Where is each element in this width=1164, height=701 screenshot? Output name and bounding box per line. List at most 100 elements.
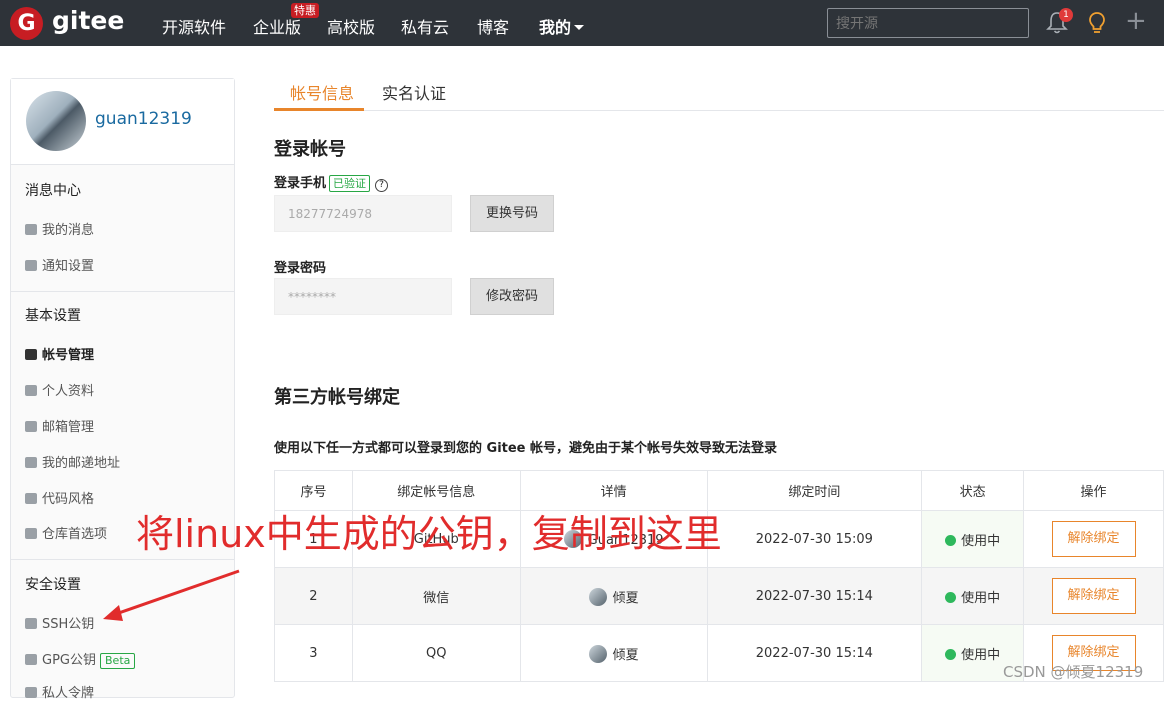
section-title-security: 安全设置 — [25, 577, 81, 593]
notification-count-badge: 1 — [1059, 8, 1073, 22]
plus-icon[interactable]: + — [1125, 8, 1147, 34]
sidebar-item-label: 仓库首选项 — [42, 527, 108, 542]
annotation-arrow-icon — [103, 569, 240, 621]
row-account: 微信 — [351, 567, 521, 625]
lock-icon — [25, 654, 37, 665]
brush-icon — [25, 493, 37, 504]
divider — [11, 559, 234, 560]
tab-account-info[interactable]: 帐号信息 — [290, 80, 354, 104]
divider — [11, 291, 234, 292]
sidebar-item-code-style[interactable]: 代码风格 — [25, 488, 94, 507]
search-input[interactable] — [827, 8, 1029, 38]
avatar — [588, 644, 607, 663]
third-party-description: 使用以下任一方式都可以登录到您的 Gitee 帐号，避免由于某个帐号失效导致无法… — [274, 441, 778, 456]
verified-badge: 已验证 — [329, 175, 371, 192]
phone-field[interactable]: 18277724978 — [274, 195, 452, 232]
unbind-button[interactable]: 解除绑定 — [1051, 521, 1136, 557]
row-detail-name: 倾夏 — [612, 647, 639, 663]
col-header-status: 状态 — [921, 470, 1025, 511]
row-status-label: 使用中 — [961, 647, 1001, 663]
promo-badge: 特惠 — [291, 3, 319, 18]
sidebar-item-tokens[interactable]: 私人令牌 — [25, 682, 94, 701]
address-card-icon — [25, 457, 37, 468]
id-card-icon — [25, 349, 37, 360]
password-field[interactable]: ******** — [274, 278, 452, 315]
third-party-title: 第三方帐号绑定 — [274, 387, 400, 408]
row-account: QQ — [351, 624, 521, 682]
nav-education[interactable]: 高校版 — [327, 14, 375, 38]
nav-private-cloud[interactable]: 私有云 — [401, 14, 449, 38]
sidebar-item-account[interactable]: 帐号管理 — [25, 344, 94, 363]
sidebar-item-email[interactable]: 邮箱管理 — [25, 416, 94, 435]
row-status: 使用中 — [921, 567, 1025, 625]
change-phone-button[interactable]: 更换号码 — [470, 195, 554, 232]
help-icon[interactable]: ? — [375, 179, 389, 192]
sidebar-item-label: 个人资料 — [42, 384, 95, 399]
speaker-icon — [25, 260, 37, 271]
sidebar-item-label: GPG公钥 — [42, 653, 96, 668]
nav-mine-dropdown[interactable]: 我的 — [539, 14, 585, 38]
user-icon — [25, 385, 37, 396]
col-header-time: 绑定时间 — [706, 470, 923, 511]
row-no: 3 — [274, 624, 353, 682]
unbind-button[interactable]: 解除绑定 — [1051, 578, 1136, 614]
password-label: 登录密码 — [274, 261, 327, 276]
table-row: 2 微信 倾夏 2022-07-30 15:14 使用中 解除绑定 — [274, 567, 1164, 625]
annotation-text: 将linux中生成的公钥，复制到这里 — [136, 512, 722, 556]
beta-badge: Beta — [100, 653, 136, 669]
section-title-messages: 消息中心 — [25, 183, 81, 199]
sidebar-item-label: SSH公钥 — [42, 617, 95, 632]
token-icon — [25, 687, 37, 698]
bindings-table: 序号 绑定帐号信息 详情 绑定时间 状态 操作 1 GitHub Guan123… — [274, 470, 1164, 682]
row-status-label: 使用中 — [961, 533, 1001, 549]
nav-open-source[interactable]: 开源软件 — [162, 14, 226, 38]
active-tab-indicator — [274, 108, 364, 111]
sidebar-item-ssh-keys[interactable]: SSH公钥 — [25, 613, 94, 632]
row-detail: 倾夏 — [519, 624, 708, 682]
row-status-label: 使用中 — [961, 590, 1001, 606]
login-account-title: 登录帐号 — [274, 139, 346, 160]
section-title-basic: 基本设置 — [25, 308, 81, 324]
status-dot-icon — [945, 648, 957, 660]
sidebar-item-label: 我的消息 — [42, 223, 95, 238]
col-header-action: 操作 — [1023, 470, 1164, 511]
nav-blog[interactable]: 博客 — [477, 14, 509, 38]
lightbulb-icon[interactable] — [1085, 10, 1109, 36]
key-icon — [25, 618, 37, 629]
avatar[interactable] — [26, 91, 86, 151]
username[interactable]: guan12319 — [95, 109, 192, 129]
row-detail: 倾夏 — [519, 567, 708, 625]
avatar — [588, 587, 607, 606]
row-status: 使用中 — [921, 510, 1025, 568]
sidebar-item-profile[interactable]: 个人资料 — [25, 380, 94, 399]
bell-icon — [25, 224, 37, 235]
sidebar-item-label: 代码风格 — [42, 492, 95, 507]
sidebar-item-my-messages[interactable]: 我的消息 — [25, 219, 94, 238]
sidebar-item-label: 通知设置 — [42, 259, 95, 274]
sidebar-item-gpg-keys[interactable]: GPG公钥 Beta — [25, 649, 136, 669]
row-detail-name: 倾夏 — [612, 590, 639, 606]
phone-label: 登录手机 — [274, 176, 327, 191]
code-icon — [25, 528, 37, 539]
chevron-down-icon — [574, 25, 585, 30]
mail-icon — [25, 421, 37, 432]
change-password-button[interactable]: 修改密码 — [470, 278, 554, 315]
brand-name[interactable]: gitee — [52, 6, 124, 35]
sidebar-item-repo-prefs[interactable]: 仓库首选项 — [25, 523, 107, 542]
row-time: 2022-07-30 15:14 — [706, 567, 923, 625]
row-time: 2022-07-30 15:09 — [706, 510, 923, 568]
tab-real-name[interactable]: 实名认证 — [382, 80, 446, 104]
sidebar-item-label: 私人令牌 — [42, 686, 95, 701]
status-dot-icon — [945, 591, 957, 603]
top-navbar: G gitee 开源软件 企业版 特惠 高校版 私有云 博客 我的 1 + — [0, 0, 1164, 46]
row-time: 2022-07-30 15:14 — [706, 624, 923, 682]
phone-label-row: 登录手机 已验证? — [274, 172, 389, 192]
sidebar-item-label: 邮箱管理 — [42, 420, 95, 435]
sidebar-item-notification-settings[interactable]: 通知设置 — [25, 255, 94, 274]
row-action: 解除绑定 — [1023, 567, 1164, 625]
gitee-logo-icon[interactable]: G — [10, 7, 43, 40]
nav-mine-label: 我的 — [539, 18, 572, 37]
sidebar-item-address[interactable]: 我的邮递地址 — [25, 452, 120, 471]
sidebar-item-label: 帐号管理 — [42, 348, 95, 363]
row-no: 2 — [274, 567, 353, 625]
